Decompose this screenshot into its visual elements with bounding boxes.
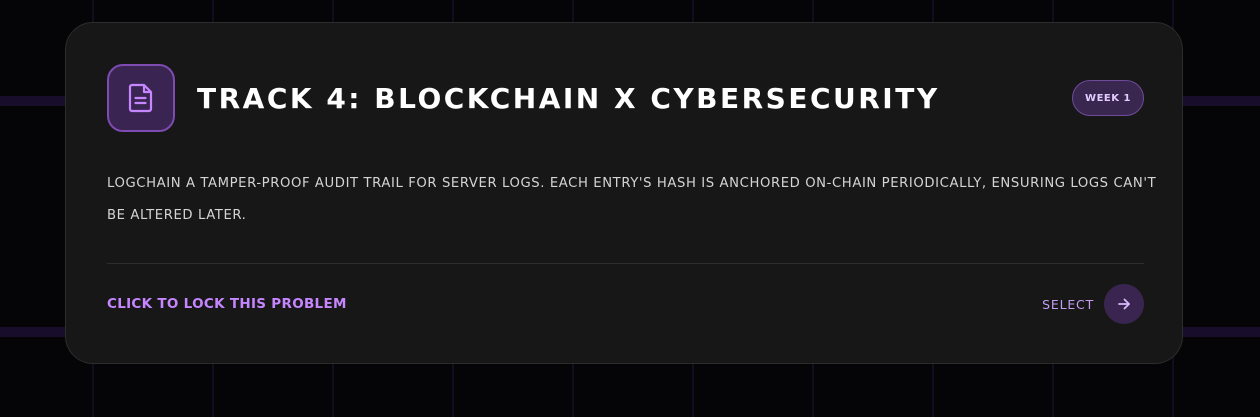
select-button[interactable]: Select <box>1036 284 1144 324</box>
divider <box>107 263 1144 264</box>
problem-card[interactable]: Track 4: Blockchain x Cybersecurity Week… <box>65 22 1183 364</box>
select-arrow-button[interactable] <box>1104 284 1144 324</box>
lock-problem-link[interactable]: Click to lock this problem <box>107 294 347 314</box>
select-label: Select <box>1042 296 1094 312</box>
document-icon <box>128 83 153 113</box>
week-badge: Week 1 <box>1072 80 1144 116</box>
card-title: Track 4: Blockchain x Cybersecurity <box>197 82 940 115</box>
card-icon-box <box>107 64 175 132</box>
card-description: LogChain a tamper-proof audit trail for … <box>107 176 1157 223</box>
arrow-right-icon <box>1118 298 1130 310</box>
